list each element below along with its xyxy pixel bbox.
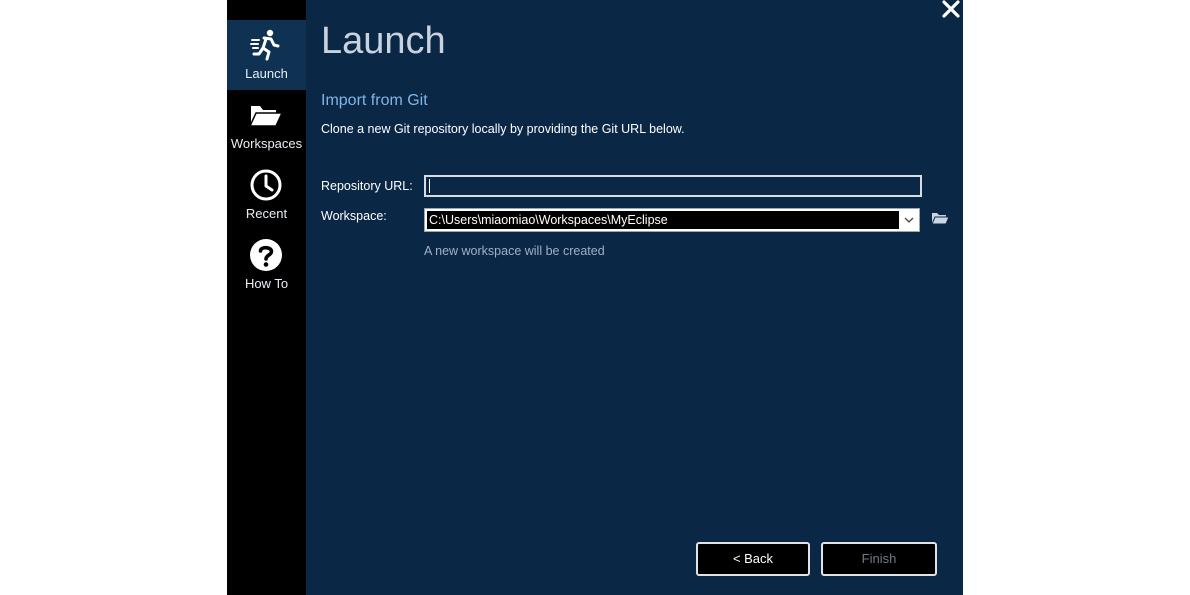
repository-url-input[interactable] — [424, 175, 922, 197]
sidebar-item-workspaces[interactable]: Workspaces — [227, 90, 306, 160]
question-circle-icon — [250, 239, 282, 271]
chevron-down-icon[interactable] — [904, 216, 914, 224]
text-caret — [429, 179, 430, 193]
sidebar-item-label: Recent — [245, 206, 288, 221]
sidebar-item-recent[interactable]: Recent — [227, 160, 306, 230]
folder-open-icon — [249, 106, 283, 127]
section-title: Import from Git — [321, 92, 428, 109]
sidebar-item-launch[interactable]: Launch — [227, 20, 306, 90]
sidebar-item-label: How To — [244, 276, 289, 291]
launch-dialog: Launch Workspaces Recent How To Launch I… — [227, 0, 963, 595]
sidebar-item-label: Workspaces — [230, 136, 303, 151]
workspace-select-value: C:\Users\miaomiao\Workspaces\MyEclipse — [427, 211, 899, 229]
back-button[interactable]: < Back — [696, 542, 810, 576]
page-title: Launch — [321, 20, 446, 62]
close-icon[interactable] — [941, 0, 961, 18]
sidebar: Launch Workspaces Recent How To — [227, 0, 306, 595]
workspace-hint: A new workspace will be created — [424, 244, 605, 258]
running-person-icon — [250, 29, 280, 61]
clock-icon — [250, 169, 282, 201]
sidebar-item-label: Launch — [245, 66, 288, 81]
sidebar-item-how-to[interactable]: How To — [227, 230, 306, 300]
workspace-label: Workspace: — [321, 209, 387, 223]
description-text: Clone a new Git repository locally by pr… — [321, 122, 685, 136]
finish-button[interactable]: Finish — [821, 542, 937, 576]
repository-url-label: Repository URL: — [321, 179, 413, 193]
browse-folder-icon[interactable] — [931, 210, 949, 226]
workspace-select[interactable]: C:\Users\miaomiao\Workspaces\MyEclipse — [424, 208, 920, 232]
